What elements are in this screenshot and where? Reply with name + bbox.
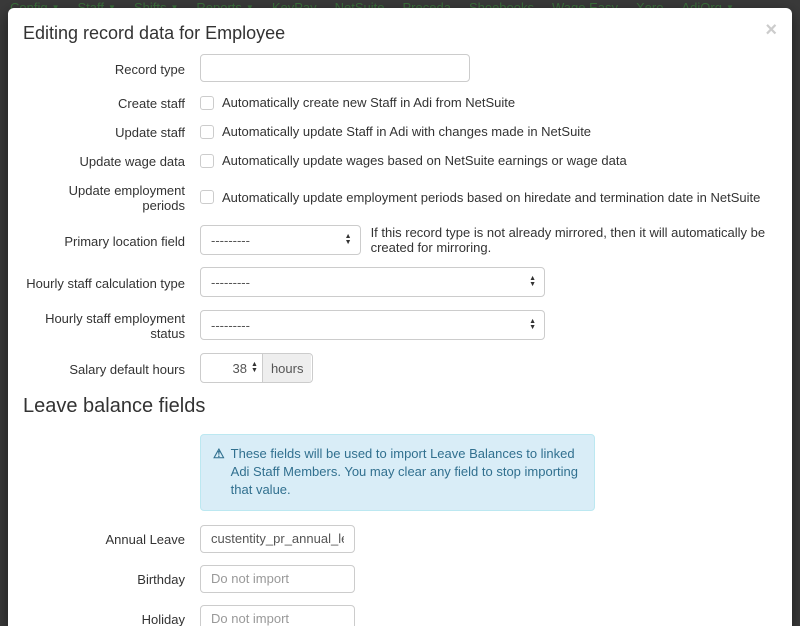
update-emp-label: Update employment periods	[23, 181, 200, 213]
leave-info-box: ⚠ These fields will be used to import Le…	[200, 434, 595, 511]
chevron-updown-icon: ▲▼	[251, 362, 262, 374]
update-staff-text: Automatically update Staff in Adi with c…	[222, 124, 591, 139]
create-staff-label: Create staff	[23, 94, 200, 111]
update-emp-checkbox[interactable]	[200, 190, 214, 204]
warning-icon: ⚠	[213, 445, 225, 500]
update-staff-checkbox[interactable]	[200, 125, 214, 139]
birthday-label: Birthday	[23, 570, 200, 587]
leave-section-title: Leave balance fields	[23, 395, 777, 418]
primary-loc-select[interactable]: --------- ▲▼	[200, 225, 361, 255]
chevron-updown-icon: ▲▼	[345, 234, 352, 246]
hourly-status-select[interactable]: --------- ▲▼	[200, 310, 545, 340]
salary-hours-label: Salary default hours	[23, 360, 200, 377]
hourly-calc-select[interactable]: --------- ▲▼	[200, 267, 545, 297]
holiday-label: Holiday	[23, 610, 200, 626]
chevron-updown-icon: ▲▼	[529, 276, 536, 288]
close-icon[interactable]: ×	[765, 20, 777, 40]
hourly-status-label: Hourly staff employment status	[23, 309, 200, 341]
chevron-updown-icon: ▲▼	[529, 319, 536, 331]
update-staff-label: Update staff	[23, 123, 200, 140]
salary-hours-input[interactable]: 38 ▲▼ hours	[200, 353, 313, 383]
update-wage-label: Update wage data	[23, 152, 200, 169]
modal-title: Editing record data for Employee	[23, 23, 777, 44]
modal-body: Record type Create staff Automatically c…	[8, 54, 792, 626]
leave-info-text: These fields will be used to import Leav…	[231, 445, 582, 500]
annual-label: Annual Leave	[23, 530, 200, 547]
modal-header: Editing record data for Employee ×	[8, 8, 792, 54]
record-type-label: Record type	[23, 60, 200, 77]
primary-loc-help: If this record type is not already mirro…	[371, 225, 777, 255]
update-wage-text: Automatically update wages based on NetS…	[222, 153, 627, 168]
primary-loc-label: Primary location field	[23, 232, 200, 249]
update-emp-text: Automatically update employment periods …	[222, 190, 760, 205]
update-wage-checkbox[interactable]	[200, 154, 214, 168]
birthday-input[interactable]	[200, 565, 355, 593]
salary-hours-unit: hours	[262, 354, 312, 382]
create-staff-checkbox[interactable]	[200, 96, 214, 110]
record-type-input[interactable]	[200, 54, 470, 82]
holiday-input[interactable]	[200, 605, 355, 626]
modal-dialog: Editing record data for Employee × Recor…	[8, 8, 792, 626]
create-staff-text: Automatically create new Staff in Adi fr…	[222, 95, 515, 110]
hourly-calc-label: Hourly staff calculation type	[23, 274, 200, 291]
annual-input[interactable]	[200, 525, 355, 553]
